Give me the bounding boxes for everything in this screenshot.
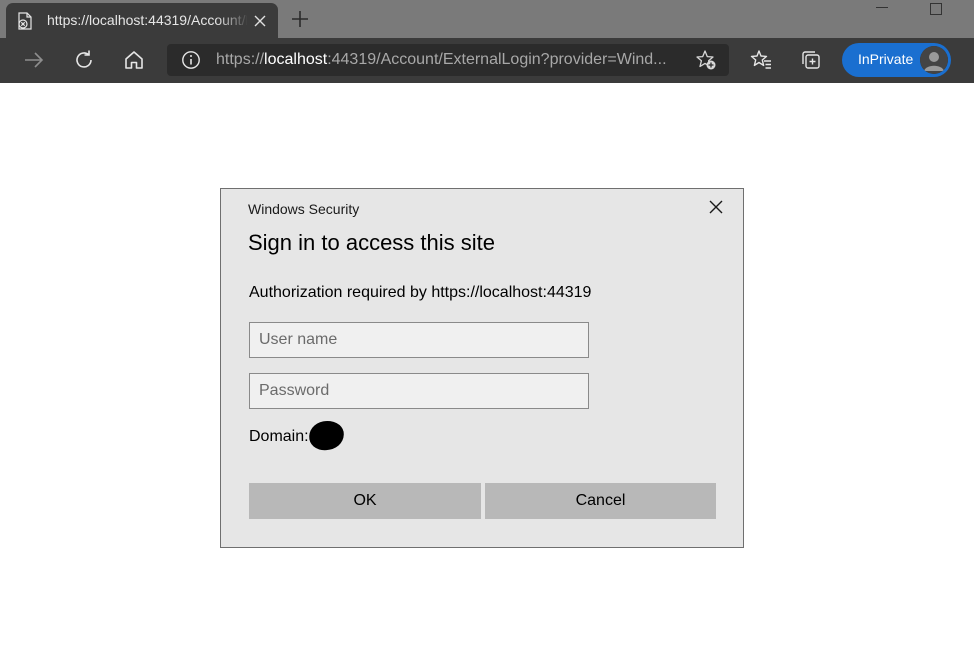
password-field-box <box>249 373 589 409</box>
collections-icon[interactable] <box>800 49 822 71</box>
refresh-icon[interactable] <box>73 49 95 71</box>
new-tab-icon[interactable] <box>291 10 309 28</box>
avatar <box>920 46 948 74</box>
forward-icon[interactable] <box>23 49 45 71</box>
dialog-app-name: Windows Security <box>248 201 360 217</box>
url-host: localhost <box>264 51 328 68</box>
title-bar: https://localhost:44319/Account/External… <box>0 0 974 38</box>
username-field-box <box>249 322 589 358</box>
inprivate-label: InPrivate <box>858 51 914 67</box>
username-input[interactable] <box>250 323 588 357</box>
tab-title-fade <box>216 9 250 31</box>
url-scheme: https:// <box>216 51 265 68</box>
inprivate-button[interactable]: InPrivate <box>842 43 951 77</box>
close-tab-icon[interactable] <box>253 14 267 28</box>
password-input[interactable] <box>250 374 588 408</box>
maximize-icon[interactable] <box>930 3 942 15</box>
minimize-icon[interactable] <box>876 7 888 8</box>
domain-redaction <box>306 418 347 453</box>
browser-tab[interactable]: https://localhost:44319/Account/External… <box>6 3 278 38</box>
address-bar[interactable]: https://localhost:44319/Account/External… <box>167 44 729 76</box>
home-icon[interactable] <box>123 49 145 71</box>
page-error-icon <box>18 12 32 30</box>
authorization-text: Authorization required by https://localh… <box>249 284 592 301</box>
ok-button[interactable]: OK <box>249 483 481 519</box>
favorites-icon[interactable] <box>750 49 772 71</box>
add-favorite-icon[interactable] <box>695 49 717 71</box>
close-icon[interactable] <box>709 200 723 214</box>
info-icon[interactable] <box>181 50 201 70</box>
profile-avatar-icon <box>920 46 948 74</box>
windows-security-dialog: Windows Security Sign in to access this … <box>220 188 744 548</box>
url-text[interactable]: https://localhost:44319/Account/External… <box>216 51 676 69</box>
dialog-title: Sign in to access this site <box>248 230 496 255</box>
domain-label: Domain: <box>249 428 309 445</box>
browser-toolbar: https://localhost:44319/Account/External… <box>0 38 974 83</box>
url-path: :44319/Account/ExternalLogin?provider=Wi… <box>327 51 667 68</box>
cancel-button[interactable]: Cancel <box>485 483 716 519</box>
